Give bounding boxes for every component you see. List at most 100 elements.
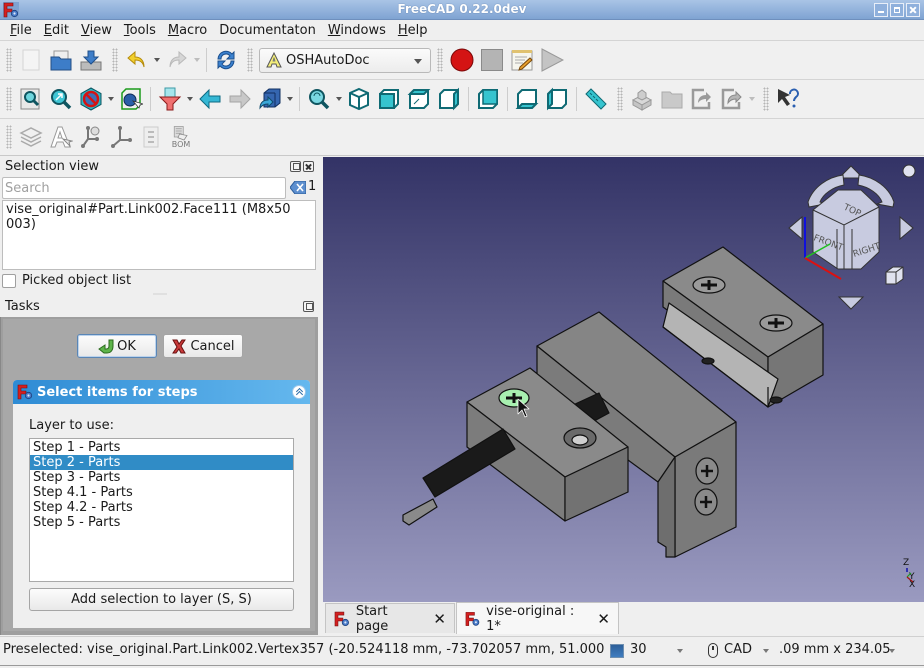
record-macro-button[interactable] xyxy=(447,45,477,75)
ok-button[interactable]: OK xyxy=(77,334,157,358)
add-selection-to-layer-button[interactable]: Add selection to layer (S, S) xyxy=(29,588,294,611)
dock-splitter-handle[interactable] xyxy=(153,293,167,295)
export-button[interactable] xyxy=(687,84,717,114)
tab-vise-original[interactable]: vise-original : 1* ✕ xyxy=(456,602,619,634)
menu-windows[interactable]: Windows xyxy=(322,20,392,40)
menu-macro[interactable]: Macro xyxy=(162,20,213,40)
navigation-style[interactable]: CAD xyxy=(724,642,752,657)
layer-list-item[interactable]: Step 1 - Parts xyxy=(30,440,293,455)
isometric-view-button[interactable] xyxy=(344,84,374,114)
3d-model-scene[interactable]: TOP FRONT RIGHT Z Y X xyxy=(323,157,924,602)
render-mode-icon[interactable] xyxy=(610,644,624,658)
selection-search-input[interactable] xyxy=(2,177,286,199)
toolbar-grip[interactable] xyxy=(247,48,253,72)
navigation-cube[interactable]: TOP FRONT RIGHT xyxy=(788,164,916,310)
redo-dropdown[interactable] xyxy=(192,45,202,75)
bottom-view-button[interactable] xyxy=(512,84,542,114)
layer-list-item[interactable]: Step 4.1 - Parts xyxy=(30,485,293,500)
menu-tools[interactable]: Tools xyxy=(118,20,162,40)
toolbar-grip[interactable] xyxy=(617,87,623,111)
nav-rotate-down-icon[interactable] xyxy=(837,296,865,310)
layer-list-item[interactable]: Step 3 - Parts xyxy=(30,470,293,485)
whats-this-button[interactable] xyxy=(773,84,803,114)
selection-view-close-button[interactable] xyxy=(303,161,314,172)
collapse-taskbox-button[interactable] xyxy=(292,385,306,399)
forward-button[interactable] xyxy=(225,84,255,114)
zoom-button[interactable] xyxy=(304,84,334,114)
bom-button[interactable]: BOM xyxy=(166,122,196,152)
clear-search-icon[interactable] xyxy=(290,181,306,194)
maximize-button[interactable] xyxy=(890,3,904,17)
toolbar-grip[interactable] xyxy=(6,125,12,149)
minimize-button[interactable] xyxy=(874,3,888,17)
group-button[interactable] xyxy=(657,84,687,114)
toolbar-grip[interactable] xyxy=(437,48,443,72)
back-button[interactable] xyxy=(195,84,225,114)
bounding-box-button[interactable] xyxy=(116,84,146,114)
cancel-button[interactable]: Cancel xyxy=(163,334,243,358)
steps-button[interactable] xyxy=(136,122,166,152)
measure-button[interactable] xyxy=(581,84,611,114)
layer-list[interactable]: Step 1 - Parts Step 2 - Parts Step 3 - P… xyxy=(29,438,294,582)
redo-button[interactable] xyxy=(162,45,192,75)
fit-all-button[interactable] xyxy=(16,84,46,114)
draw-style-dropdown[interactable] xyxy=(106,84,116,114)
chevron-down-icon[interactable] xyxy=(889,649,895,653)
toolbar-grip[interactable] xyxy=(6,87,12,111)
nav-menu-icon[interactable] xyxy=(902,164,916,178)
nav-rotate-left-icon[interactable] xyxy=(788,215,803,241)
layer-list-item-selected[interactable]: Step 2 - Parts xyxy=(30,455,293,470)
chevron-down-icon[interactable] xyxy=(763,649,769,653)
picked-object-list-checkbox[interactable] xyxy=(2,273,16,288)
selection-list-item[interactable]: vise_original#Part.Link002.Face111 (M8x5… xyxy=(6,202,312,232)
undo-button[interactable] xyxy=(122,45,152,75)
close-tab-icon[interactable]: ✕ xyxy=(433,610,446,628)
layer-list-item[interactable]: Step 5 - Parts xyxy=(30,515,293,530)
lead-screw[interactable] xyxy=(402,428,516,526)
close-tab-icon[interactable]: ✕ xyxy=(597,610,610,628)
nav-rotate-right-icon[interactable] xyxy=(899,215,914,241)
run-macro-button[interactable] xyxy=(537,45,567,75)
menu-edit[interactable]: Edit xyxy=(38,20,75,40)
front-view-button[interactable] xyxy=(374,84,404,114)
toolbar-grip[interactable] xyxy=(112,48,118,72)
close-window-button[interactable] xyxy=(906,3,920,17)
layer-list-item[interactable]: Step 4.2 - Parts xyxy=(30,500,293,515)
annotation-button[interactable] xyxy=(46,122,76,152)
stop-macro-button[interactable] xyxy=(477,45,507,75)
fit-selection-button[interactable] xyxy=(46,84,76,114)
picked-object-list-toggle[interactable]: Picked object list xyxy=(2,273,131,288)
edit-macro-button[interactable] xyxy=(507,45,537,75)
link-button[interactable] xyxy=(255,84,285,114)
link-dropdown[interactable] xyxy=(285,84,295,114)
nav-isometric-cube-icon[interactable] xyxy=(885,266,904,285)
export-dropdown[interactable] xyxy=(747,84,757,114)
tasks-float-button[interactable] xyxy=(303,301,314,312)
part-button[interactable] xyxy=(627,84,657,114)
selection-view-float-button[interactable] xyxy=(290,161,301,172)
menu-help[interactable]: Help xyxy=(392,20,434,40)
render-value[interactable]: 30 xyxy=(630,642,647,657)
chevron-down-icon[interactable] xyxy=(677,649,683,653)
toolbar-grip[interactable] xyxy=(6,48,12,72)
zoom-dropdown[interactable] xyxy=(334,84,344,114)
std-views-dropdown[interactable] xyxy=(185,84,195,114)
refresh-button[interactable] xyxy=(211,45,241,75)
top-view-button[interactable] xyxy=(404,84,434,114)
undo-dropdown[interactable] xyxy=(152,45,162,75)
toolbar-grip[interactable] xyxy=(763,87,769,111)
dimension-readout[interactable]: .09 mm x 234.05 xyxy=(779,642,891,657)
3d-viewport[interactable]: TOP FRONT RIGHT Z Y X xyxy=(323,157,924,602)
constraint-button[interactable] xyxy=(76,122,106,152)
menu-view[interactable]: View xyxy=(75,20,118,40)
menu-documentation[interactable]: Documentaton xyxy=(213,20,322,40)
left-view-button[interactable] xyxy=(542,84,572,114)
open-document-button[interactable] xyxy=(46,45,76,75)
draw-style-button[interactable] xyxy=(76,84,106,114)
export-as-button[interactable] xyxy=(717,84,747,114)
tab-start-page[interactable]: Start page ✕ xyxy=(325,603,455,634)
save-document-button[interactable] xyxy=(76,45,106,75)
selection-list[interactable]: vise_original#Part.Link002.Face111 (M8x5… xyxy=(2,200,316,270)
new-document-button[interactable] xyxy=(16,45,46,75)
std-views-button[interactable] xyxy=(155,84,185,114)
